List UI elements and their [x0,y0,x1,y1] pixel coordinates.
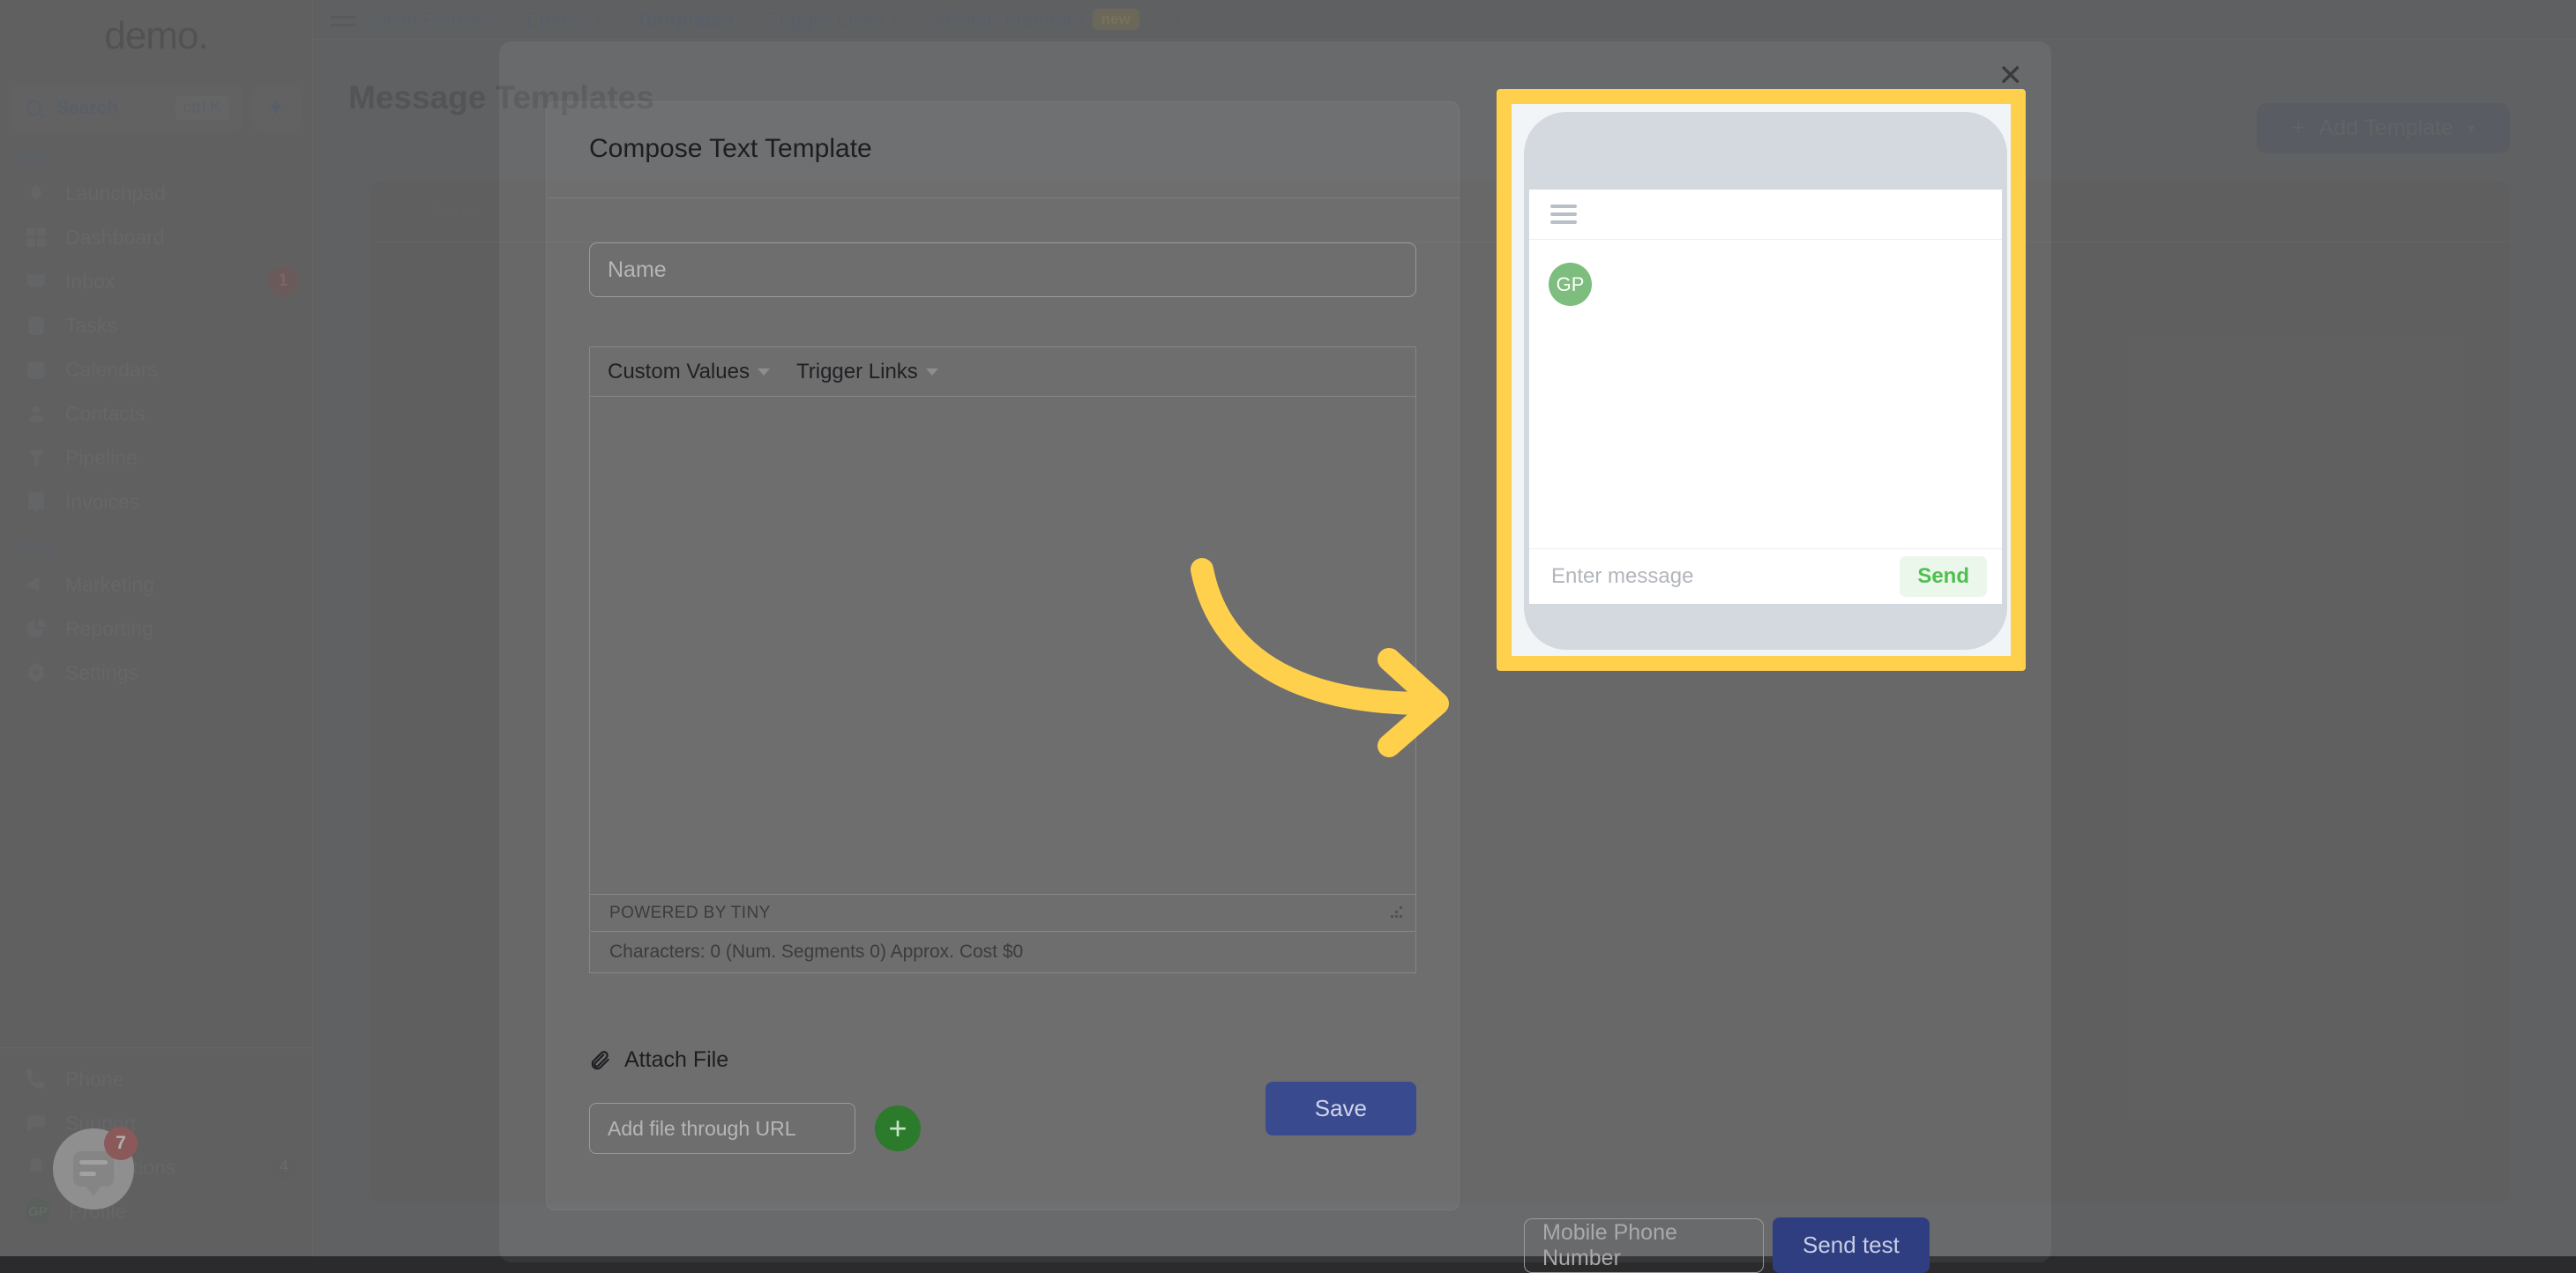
phone-screen: GP Enter message Send [1529,190,2002,604]
trigger-links-label: Trigger Links [796,360,918,384]
attach-file-label: Attach File [624,1047,728,1073]
caret-down-icon [926,368,938,376]
compose-card: Compose Text Template Name Custom Values… [546,101,1460,1210]
divider [547,197,1459,198]
editor-status-bar: POWERED BY TINY [590,894,1415,931]
phone-message-composer: Enter message Send [1529,548,2002,603]
plus-icon: + [888,1113,907,1144]
message-input[interactable]: Enter message [1551,564,1900,589]
editor-toolbar: Custom Values Trigger Links [590,347,1415,397]
hamburger-icon[interactable] [1550,200,1577,228]
add-file-button[interactable]: + [875,1106,921,1151]
character-counter: Characters: 0 (Num. Segments 0) Approx. … [589,932,1416,973]
template-name-placeholder: Name [608,257,667,283]
send-button[interactable]: Send [1900,556,1987,597]
modal-title: Compose Text Template [547,102,1459,164]
file-url-placeholder: Add file through URL [608,1117,796,1141]
custom-values-label: Custom Values [608,360,750,384]
resize-grip-icon[interactable] [1389,906,1403,920]
custom-values-dropdown[interactable]: Custom Values [608,360,770,384]
save-button[interactable]: Save [1266,1082,1416,1135]
phone-preview-panel: GP Enter message Send [1497,89,2026,671]
mobile-phone-placeholder: Mobile Phone Number [1542,1220,1745,1271]
template-name-input[interactable]: Name [589,242,1416,297]
caret-down-icon [758,368,770,376]
avatar: GP [1549,263,1592,306]
paperclip-icon [589,1049,612,1072]
editor-content-area[interactable] [590,397,1415,894]
file-url-input[interactable]: Add file through URL [589,1103,855,1154]
trigger-links-dropdown[interactable]: Trigger Links [796,360,938,384]
send-test-row: Mobile Phone Number Send test [1524,1217,1930,1273]
phone-mockup: GP Enter message Send [1524,112,2007,650]
attach-file-section: Attach File [589,1047,1416,1073]
text-editor: Custom Values Trigger Links POWERED BY T… [589,346,1416,932]
powered-by-label: POWERED BY TINY [609,904,771,923]
message-thread: GP [1529,240,2002,548]
mobile-phone-number-input[interactable]: Mobile Phone Number [1524,1218,1764,1273]
close-icon[interactable]: ✕ [1998,61,2024,91]
compose-text-template-modal: ✕ Compose Text Template Name Custom Valu… [499,41,2051,1262]
send-test-button[interactable]: Send test [1773,1217,1930,1273]
phone-topbar [1529,190,2002,240]
